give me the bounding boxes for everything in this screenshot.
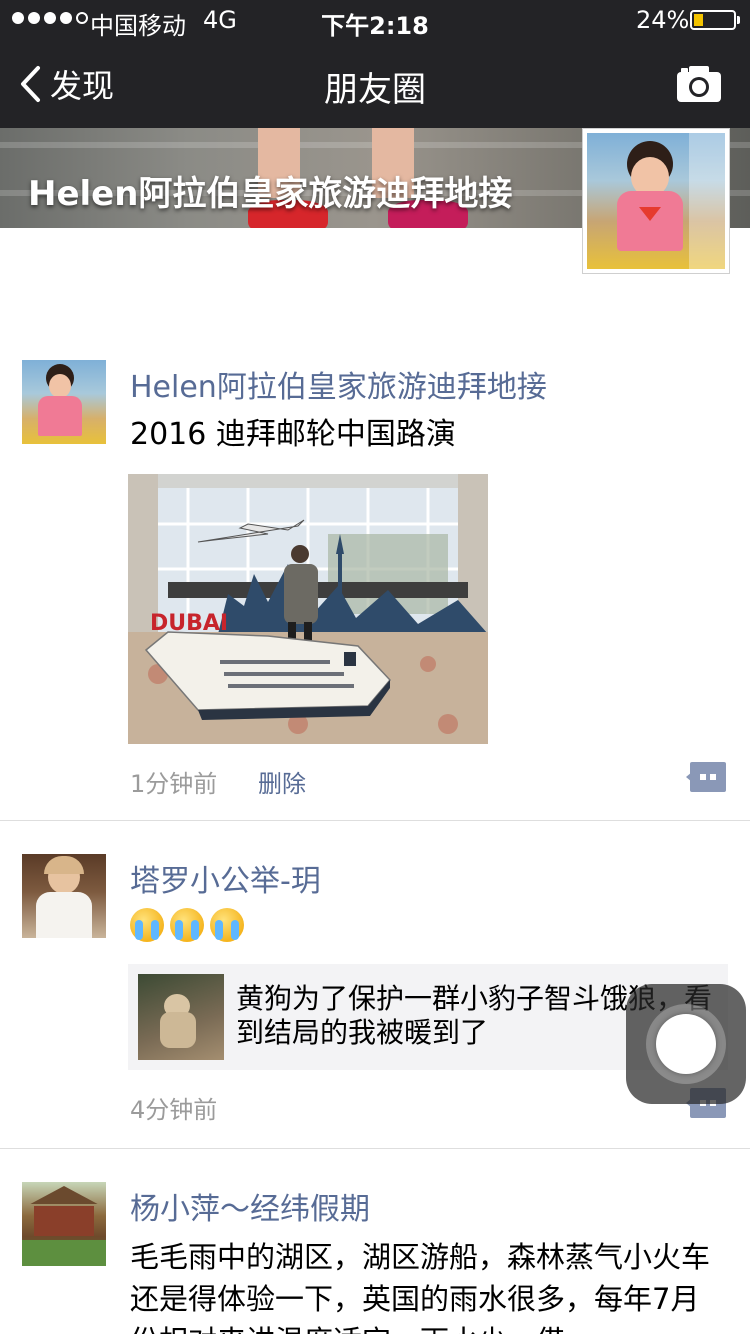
- my-avatar[interactable]: [582, 128, 730, 274]
- photo-detail: [22, 1240, 106, 1266]
- post-divider: [0, 1148, 750, 1149]
- status-bar: 中国移动 4G 下午2:18 24%: [0, 0, 750, 40]
- post-photo-image: DUBAI: [128, 474, 488, 744]
- assistive-touch-button[interactable]: [626, 984, 746, 1104]
- crying-face-icon: [170, 908, 204, 942]
- photo-detail: [689, 133, 725, 269]
- emoji-row: [130, 908, 244, 942]
- assistive-touch-center: [656, 1014, 716, 1074]
- camera-icon: [677, 66, 721, 102]
- post-author-name[interactable]: 塔罗小公举-玥: [130, 856, 321, 900]
- battery-percent: 24%: [636, 6, 690, 34]
- post-author-name[interactable]: 杨小萍～经纬假期: [130, 1184, 370, 1228]
- navigation-bar: 发现 朋友圈: [0, 40, 750, 128]
- photo-detail: [49, 374, 71, 398]
- post-author-avatar[interactable]: [22, 854, 106, 938]
- crying-face-icon: [210, 908, 244, 942]
- comment-action-icon: [686, 762, 726, 792]
- page-title: 朋友圈: [324, 70, 426, 110]
- comment-action-button[interactable]: [686, 762, 726, 792]
- post-text: 毛毛雨中的湖区，湖区游船，森林蒸气小火车还是得体验一下，英国的雨水很多，每年7月…: [130, 1240, 711, 1334]
- shared-link-thumbnail: [138, 974, 224, 1060]
- cover-user-name: Helen阿拉伯皇家旅游迪拜地接: [28, 174, 513, 214]
- post-author-avatar[interactable]: [22, 1182, 106, 1266]
- crying-face-icon: [130, 908, 164, 942]
- photo-detail: [34, 1206, 94, 1236]
- camera-button[interactable]: [676, 64, 722, 104]
- battery-tip: [737, 16, 740, 24]
- avatar-photo: [587, 133, 725, 269]
- post-photo[interactable]: DUBAI: [128, 474, 488, 744]
- photo-detail: [617, 191, 683, 251]
- post-author-avatar[interactable]: [22, 360, 106, 444]
- battery-fill: [694, 14, 703, 26]
- post-text: 2016 迪拜邮轮中国路演: [130, 417, 456, 452]
- photo-detail: [44, 856, 84, 874]
- battery-icon: [690, 10, 736, 30]
- post-time: 4分钟前: [130, 1096, 218, 1124]
- post-divider: [0, 820, 750, 821]
- post-author-name[interactable]: Helen阿拉伯皇家旅游迪拜地接: [130, 362, 547, 406]
- photo-detail: [30, 1186, 98, 1204]
- post-time: 1分钟前: [130, 770, 218, 798]
- photo-detail: [36, 892, 92, 938]
- photo-detail: [38, 396, 82, 436]
- photo-detail: [160, 1012, 196, 1048]
- delete-button[interactable]: 删除: [258, 764, 306, 799]
